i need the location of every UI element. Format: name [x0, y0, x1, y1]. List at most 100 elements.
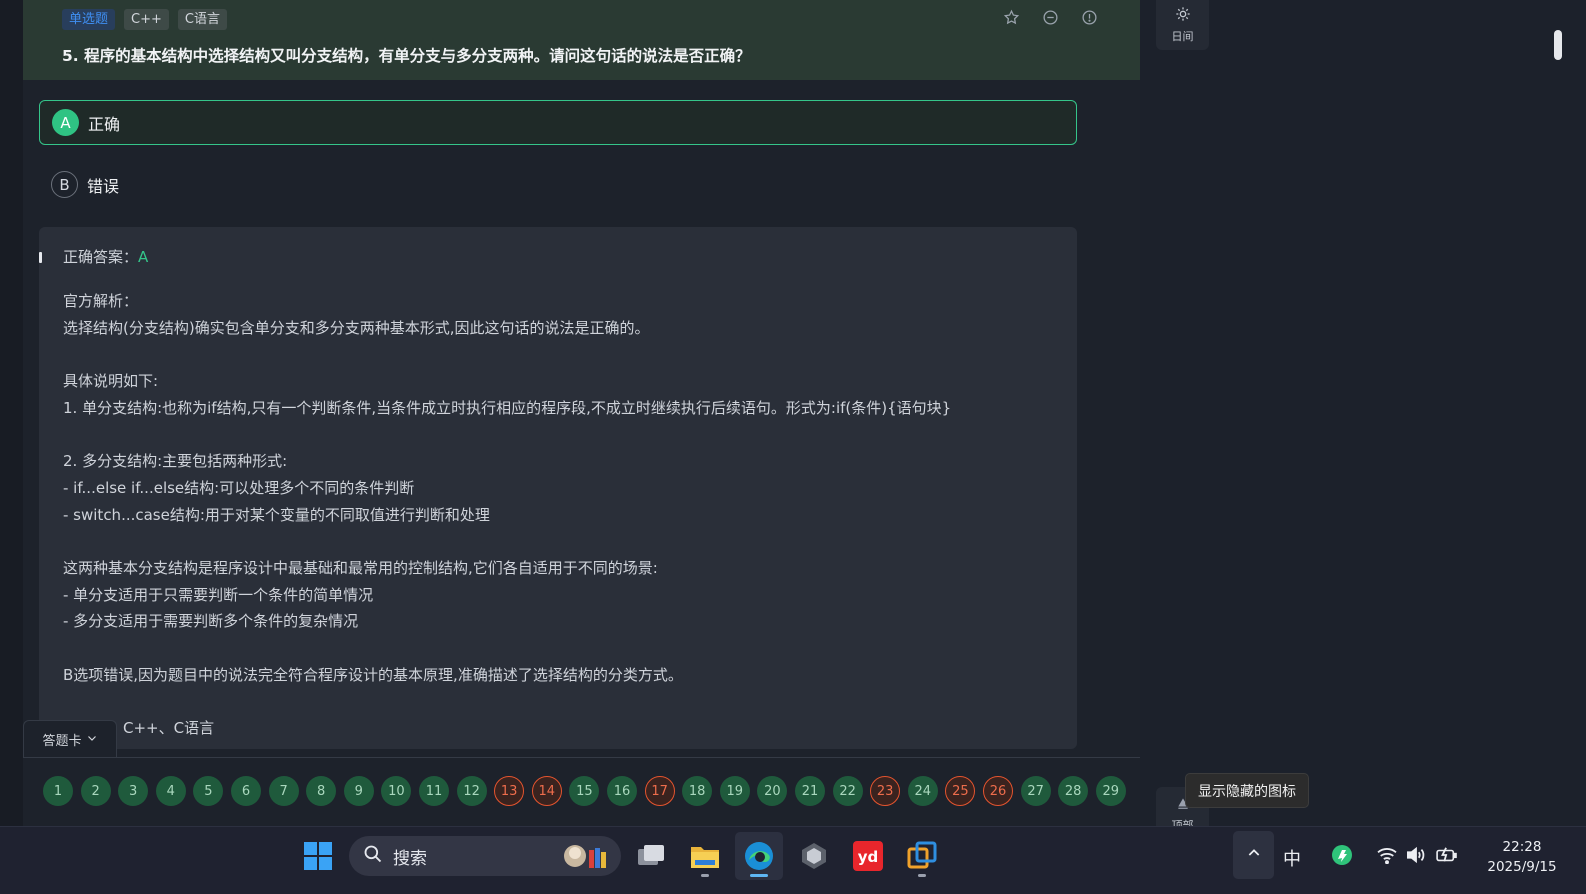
answer-card-question-3[interactable]: 3 — [118, 776, 149, 806]
analysis-content: 正确答案：A 官方解析： 选择结构(分支结构)确实包含单分支和多分支两种基本形式,… — [63, 246, 951, 742]
analysis-panel: 正确答案：A 官方解析： 选择结构(分支结构)确实包含单分支和多分支两种基本形式,… — [39, 227, 1077, 749]
chevron-up-icon — [1246, 845, 1262, 865]
right-sidebar — [1140, 0, 1568, 826]
tag-c-language: C语言 — [177, 9, 227, 30]
correct-answer: 正确答案：A — [63, 246, 951, 268]
answer-card-toggle[interactable]: 答题卡 — [23, 720, 117, 758]
tag-question-type: 单选题 — [62, 9, 116, 30]
question-tags: 单选题 C++ C语言 — [62, 9, 227, 30]
answer-card-question-17[interactable]: 17 — [644, 776, 675, 806]
analysis-blank-line — [63, 635, 951, 662]
analysis-line: 这两种基本分支结构是程序设计中最基础和最常用的控制结构,它们各自适用于不同的场景… — [63, 558, 658, 577]
clock-time: 22:28 — [1502, 839, 1542, 855]
answer-card-question-13[interactable]: 13 — [494, 776, 525, 806]
app-hexagon-icon[interactable] — [797, 839, 831, 873]
correct-answer-label: 正确答案： — [63, 248, 139, 266]
task-view-icon[interactable] — [634, 839, 668, 873]
answer-card-question-6[interactable]: 6 — [231, 776, 261, 806]
tag-cpp: C++ — [124, 9, 169, 30]
question-actions — [1003, 9, 1098, 26]
answer-card-question-22[interactable]: 22 — [832, 776, 863, 806]
system-clock[interactable]: 22:28 2025/9/15 — [1462, 837, 1582, 877]
answer-card-question-29[interactable]: 29 — [1095, 776, 1126, 806]
question-title: 5. 程序的基本结构中选择结构又叫分支结构，有单分支与多分支两种。请问这句话的说… — [62, 47, 751, 65]
correct-answer-value: A — [138, 248, 149, 266]
analysis-line: 选择结构(分支结构)确实包含单分支和多分支两种基本形式,因此这句话的说法是正确的… — [63, 318, 650, 337]
analysis-line: B选项错误,因为题目中的说法完全符合程序设计的基本原理,准确描述了选择结构的分类… — [63, 665, 683, 684]
clock-date: 2025/9/15 — [1487, 859, 1557, 875]
answer-card-question-24[interactable]: 24 — [907, 776, 938, 806]
search-placeholder: 搜索 — [393, 848, 427, 869]
option-b[interactable]: B 错误 — [39, 162, 1077, 207]
analysis-text: 官方解析： 选择结构(分支结构)确实包含单分支和多分支两种基本形式,因此这句话的说… — [63, 288, 951, 742]
option-a-text: 正确 — [88, 114, 121, 134]
answer-card-question-23[interactable]: 23 — [870, 776, 901, 806]
option-b-text: 错误 — [87, 176, 120, 196]
answer-card-question-4[interactable]: 4 — [155, 776, 186, 806]
analysis-line: 具体说明如下: — [63, 372, 159, 391]
search-icon — [363, 844, 383, 869]
option-a[interactable]: A 正确 — [39, 100, 1077, 145]
explorer-running-indicator — [701, 874, 709, 877]
analysis-line: - if...else if...else结构:可以处理多个不同的条件判断 — [63, 478, 415, 497]
analysis-blank-line — [63, 688, 951, 715]
analysis-line: 知识点：C++、C语言 — [63, 719, 215, 737]
answer-card-question-9[interactable]: 9 — [343, 776, 374, 806]
taskbar-search[interactable]: 搜索 — [349, 836, 621, 876]
input-method-indicator[interactable]: 中 — [1283, 845, 1301, 871]
taskbar: 搜索 yd 中 22:28 2025/9/15 — [0, 826, 1586, 894]
svg-text:yd: yd — [858, 848, 879, 866]
edge-browser-icon[interactable] — [742, 839, 776, 873]
remote-desktop-icon[interactable] — [905, 839, 939, 873]
analysis-blank-line — [63, 341, 951, 368]
search-highlight-icon — [559, 840, 613, 872]
answer-card-question-27[interactable]: 27 — [1020, 776, 1051, 806]
minus-circle-icon[interactable] — [1042, 9, 1059, 26]
analysis-line: - 单分支适用于只需要判断一个条件的简单情况 — [63, 585, 374, 604]
youdao-dictionary-icon[interactable]: yd — [851, 839, 885, 873]
analysis-line: 2. 多分支结构:主要包括两种形式: — [63, 452, 288, 471]
answer-card-question-11[interactable]: 11 — [419, 776, 449, 806]
answer-card-label: 答题卡 — [42, 734, 82, 749]
tray-tooltip: 显示隐藏的图标 — [1185, 773, 1309, 808]
volume-icon[interactable] — [1405, 845, 1427, 865]
answer-card-question-14[interactable]: 14 — [531, 776, 562, 806]
tray-app-icon[interactable] — [1331, 844, 1353, 866]
answer-card-question-19[interactable]: 19 — [719, 776, 750, 806]
analysis-blank-line — [63, 421, 951, 448]
report-icon[interactable] — [1081, 9, 1098, 26]
chevron-down-icon — [86, 732, 98, 748]
answer-card-question-12[interactable]: 12 — [456, 776, 487, 806]
answer-card-question-21[interactable]: 21 — [795, 776, 825, 806]
analysis-marker — [39, 252, 42, 263]
edge-active-indicator — [750, 874, 768, 877]
windows-start-icon[interactable] — [301, 839, 335, 873]
answer-card-question-28[interactable]: 28 — [1058, 776, 1089, 806]
star-icon[interactable] — [1003, 9, 1020, 26]
file-explorer-icon[interactable] — [687, 839, 723, 873]
show-hidden-icons-button[interactable] — [1233, 831, 1274, 879]
answer-card-question-16[interactable]: 16 — [607, 776, 637, 806]
analysis-blank-line — [63, 528, 951, 555]
answer-card-question-1[interactable]: 1 — [43, 776, 73, 806]
question-header: 单选题 C++ C语言 5. 程序的基本结构中选择结构又叫分支结构，有单分支与多… — [23, 0, 1140, 80]
day-mode-label: 日间 — [1171, 30, 1194, 43]
answer-card-question-26[interactable]: 26 — [983, 776, 1013, 806]
answer-card-question-2[interactable]: 2 — [80, 776, 111, 806]
left-gutter — [0, 0, 23, 826]
option-b-letter: B — [51, 171, 78, 198]
page-scrollbar[interactable] — [1554, 30, 1562, 60]
answer-card-question-18[interactable]: 18 — [682, 776, 713, 806]
day-mode-button[interactable]: 日间 — [1156, 0, 1209, 50]
answer-card-question-8[interactable]: 8 — [306, 776, 337, 806]
answer-card-question-7[interactable]: 7 — [268, 776, 299, 806]
wifi-icon[interactable] — [1376, 845, 1398, 865]
remote-running-indicator — [918, 874, 926, 877]
analysis-line: - switch...case结构:用于对某个变量的不同取值进行判断和处理 — [63, 505, 490, 524]
analysis-line: 1. 单分支结构:也称为if结构,只有一个判断条件,当条件成立时执行相应的程序段… — [63, 398, 952, 417]
analysis-line: 官方解析： — [63, 292, 139, 310]
sun-icon — [1175, 6, 1191, 25]
battery-charging-icon[interactable] — [1435, 845, 1459, 865]
option-a-letter: A — [52, 109, 79, 136]
analysis-line: - 多分支适用于需要判断多个条件的复杂情况 — [63, 612, 359, 631]
